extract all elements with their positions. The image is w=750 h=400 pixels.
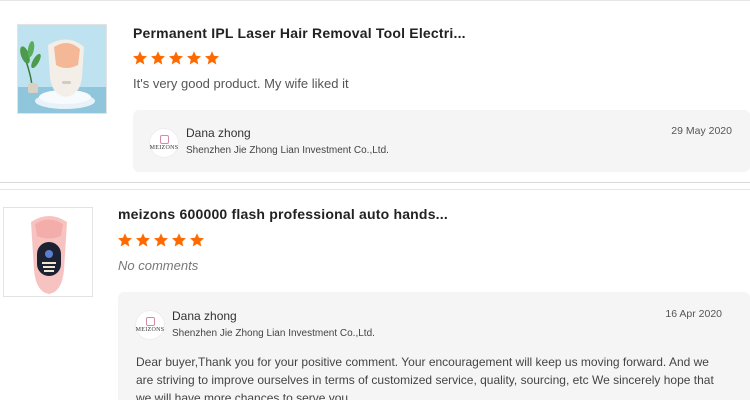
seller-company: Shenzhen Jie Zhong Lian Investment Co.,L… [172,328,375,339]
logo-wordmark: MEIZONS [149,145,179,151]
star-icon [151,51,165,65]
star-icon [133,51,147,65]
logo-mark-icon [145,317,155,326]
star-icon [187,51,201,65]
product-thumbnail[interactable] [17,24,107,114]
review-comment: It's very good product. My wife liked it [133,76,349,91]
star-icon [136,233,150,247]
product-thumbnail[interactable] [3,207,93,297]
seller-logo: MEIZONS [149,128,179,158]
seller-company: Shenzhen Jie Zhong Lian Investment Co.,L… [186,145,389,156]
reply-date: 16 Apr 2020 [665,308,722,320]
seller-name: Dana zhong [172,309,237,323]
seller-reply: MEIZONS Dana zhong Shenzhen Jie Zhong Li… [118,292,750,400]
logo-mark-icon [159,135,169,144]
reply-message: Dear buyer,Thank you for your positive c… [136,355,714,400]
seller-logo: MEIZONS [135,310,165,340]
product-title[interactable]: Permanent IPL Laser Hair Removal Tool El… [133,25,466,41]
star-rating [117,232,205,248]
star-icon [190,233,204,247]
star-icon [118,233,132,247]
star-icon [172,233,186,247]
star-rating [132,50,220,66]
star-icon [205,51,219,65]
star-icon [169,51,183,65]
product-title[interactable]: meizons 600000 flash professional auto h… [118,206,448,222]
review-comment: No comments [118,258,199,273]
star-icon [154,233,168,247]
logo-wordmark: MEIZONS [135,327,165,333]
seller-reply: MEIZONS Dana zhong Shenzhen Jie Zhong Li… [133,110,750,172]
reply-date: 29 May 2020 [671,125,732,137]
review-item: Permanent IPL Laser Hair Removal Tool El… [0,0,750,183]
seller-name: Dana zhong [186,126,251,140]
